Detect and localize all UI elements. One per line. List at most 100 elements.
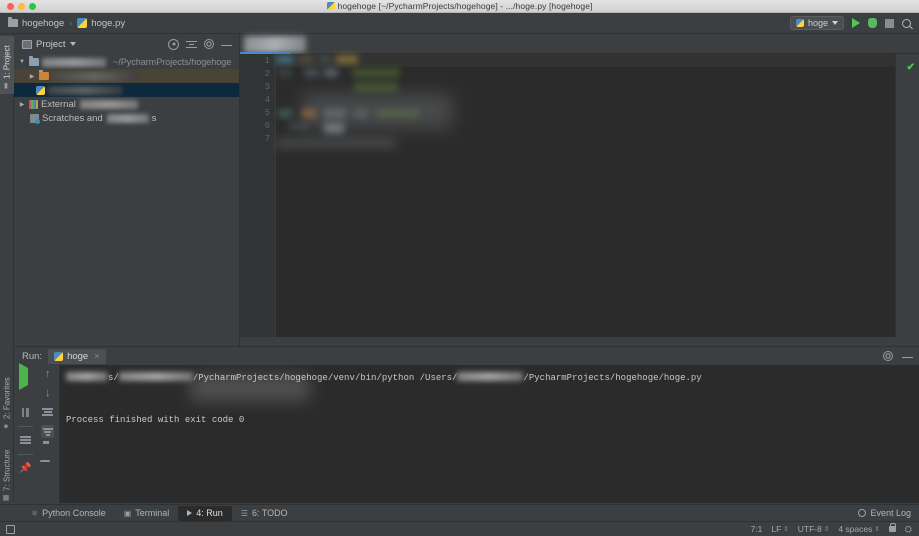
code-editor[interactable]: 1 2 3 4 5 6 7 ✔ [240, 54, 919, 337]
scroll-down-button[interactable]: ↓ [41, 387, 54, 400]
redacted-project-name [42, 57, 106, 67]
project-view-selector[interactable]: Project [22, 39, 163, 50]
line-separator-label: LF [771, 524, 782, 534]
code-token [304, 68, 320, 77]
chevron-updown-icon: ⇕ [783, 525, 789, 533]
editor-tab-bar [240, 34, 919, 54]
print-button[interactable] [41, 444, 54, 457]
close-icon[interactable]: × [94, 351, 99, 361]
line-number: 4 [264, 95, 270, 105]
sidebar-item-structure[interactable]: ▦ 7: Structure [0, 438, 14, 506]
python-file-icon [36, 85, 45, 95]
pycharm-window: hogehoge [~/PycharmProjects/hogehoge] - … [0, 0, 919, 536]
toggle-tool-windows-icon[interactable] [6, 524, 15, 534]
sidebar-item-project[interactable]: ▮ 1: Project [0, 36, 14, 94]
redacted-user-name [457, 372, 524, 381]
line-separator-selector[interactable]: LF ⇕ [771, 524, 788, 534]
tab-run[interactable]: 4: Run [178, 505, 232, 521]
console-text-b: /PycharmProjects/hogehoge/venv/bin/pytho… [192, 373, 458, 383]
hide-icon[interactable] [221, 39, 232, 50]
code-token [324, 68, 338, 77]
run-button[interactable] [852, 18, 860, 28]
breadcrumb-project-label: hogehoge [22, 17, 65, 29]
chevron-expanded-icon[interactable]: ▼ [18, 59, 26, 65]
run-actions-column-left: 📌 [14, 363, 37, 503]
run-tab-hoge[interactable]: hoge × [48, 348, 107, 364]
project-icon: ▮ [3, 82, 10, 90]
project-panel-header: Project [14, 34, 239, 54]
lock-icon[interactable] [888, 523, 897, 532]
event-log-icon [858, 508, 867, 517]
line-number: 3 [264, 82, 270, 92]
scratches-icon [30, 113, 40, 124]
debug-button[interactable] [868, 18, 877, 28]
settings-icon[interactable] [883, 351, 893, 361]
locate-icon[interactable] [168, 38, 179, 50]
event-log-button[interactable]: Event Log [858, 504, 911, 521]
chevron-collapsed-icon[interactable]: ▶ [28, 73, 36, 80]
console-exit-text: Process finished with exit code 0 [66, 415, 245, 425]
indent-selector[interactable]: 4 spaces ⇕ [838, 524, 879, 534]
redacted-scratches-suffix [106, 113, 149, 123]
tree-item-python-file[interactable] [14, 83, 239, 97]
editor-tab-redacted[interactable] [244, 36, 306, 53]
code-content-redacted[interactable] [276, 54, 895, 337]
soft-wrap-button[interactable] [41, 406, 54, 419]
project-view-icon [22, 39, 32, 49]
rerun-button[interactable] [18, 363, 32, 390]
tree-item-root-project[interactable]: ▼ ~/PycharmProjects/hogehoge [14, 55, 239, 69]
encoding-selector[interactable]: UTF-8 ⇕ [798, 524, 830, 534]
console-text-c: /PycharmProjects/hogehoge/hoge.py [523, 373, 702, 383]
hide-icon[interactable] [902, 351, 913, 362]
settings-icon[interactable] [204, 39, 214, 49]
run-panel-side-toolbar: 📌 ↑ ↓ [14, 363, 60, 503]
filter-button[interactable] [41, 425, 55, 438]
redacted-path-prefix [66, 372, 108, 381]
library-icon [29, 99, 38, 109]
stop-button[interactable] [885, 18, 894, 28]
inspection-gutter[interactable]: ✔ [895, 54, 919, 337]
redacted-overlay [276, 138, 396, 148]
tree-item-scratches-and-consoles[interactable]: Scratches and s [14, 111, 239, 125]
editor-gutter: 1 2 3 4 5 6 7 [240, 54, 276, 337]
run-panel-body: 📌 ↑ ↓ s//PycharmProjects/hogehoge/venv/b… [14, 363, 919, 503]
divider [17, 454, 33, 455]
run-console-output[interactable]: s/ /PycharmProjects/hogehoge/venv/bin/pyt… [60, 365, 919, 503]
mac-titlebar: hogehoge [~/PycharmProjects/hogehoge] - … [0, 0, 919, 13]
window-title-bar: hogehoge [~/PycharmProjects/hogehoge] - … [0, 0, 919, 13]
sidebar-item-favorites[interactable]: ★ 2: Favorites [0, 364, 14, 434]
caret-position[interactable]: 7:1 [751, 524, 763, 534]
layout-button[interactable] [19, 434, 32, 447]
project-tree: ▼ ~/PycharmProjects/hogehoge ▶ ▶ Externa… [14, 54, 239, 125]
pause-button[interactable] [19, 406, 32, 419]
line-number: 6 [264, 121, 270, 131]
plugin-icon[interactable]: ⛭ [905, 524, 912, 535]
tab-terminal[interactable]: ▣ Terminal [115, 506, 179, 521]
tab-todo[interactable]: ☰ 6: TODO [232, 506, 297, 521]
stop-button[interactable] [19, 387, 32, 400]
python-file-icon [54, 351, 64, 361]
tab-python-console-label: Python Console [42, 508, 106, 518]
redacted-file-name [48, 85, 122, 95]
project-tool-window: Project ▼ ~/PycharmProjects/hogehoge ▶ ▶… [14, 34, 240, 352]
search-icon[interactable] [902, 18, 913, 30]
scroll-up-button[interactable]: ↑ [41, 368, 54, 381]
code-token [278, 68, 292, 77]
redacted-overlay [302, 94, 452, 128]
tab-terminal-label: Terminal [135, 508, 170, 518]
tree-item-external-libraries[interactable]: ▶ External [14, 97, 239, 111]
breadcrumb-project[interactable]: hogehoge [8, 17, 65, 29]
collapse-all-icon[interactable] [186, 39, 197, 50]
chevron-collapsed-icon[interactable]: ▶ [18, 101, 26, 108]
breadcrumb-file[interactable]: hoge.py [77, 18, 125, 29]
folder-icon [8, 17, 18, 27]
tab-python-console[interactable]: ⚛ Python Console [22, 506, 115, 521]
run-tab-label: hoge [67, 350, 89, 362]
pin-button[interactable]: 📌 [19, 462, 32, 475]
console-text-a: s/ [108, 373, 119, 383]
run-configuration-selector[interactable]: hoge [789, 16, 844, 30]
tree-item-venv[interactable]: ▶ [14, 69, 239, 83]
clear-all-button[interactable] [41, 463, 54, 476]
python-config-icon [795, 19, 804, 27]
